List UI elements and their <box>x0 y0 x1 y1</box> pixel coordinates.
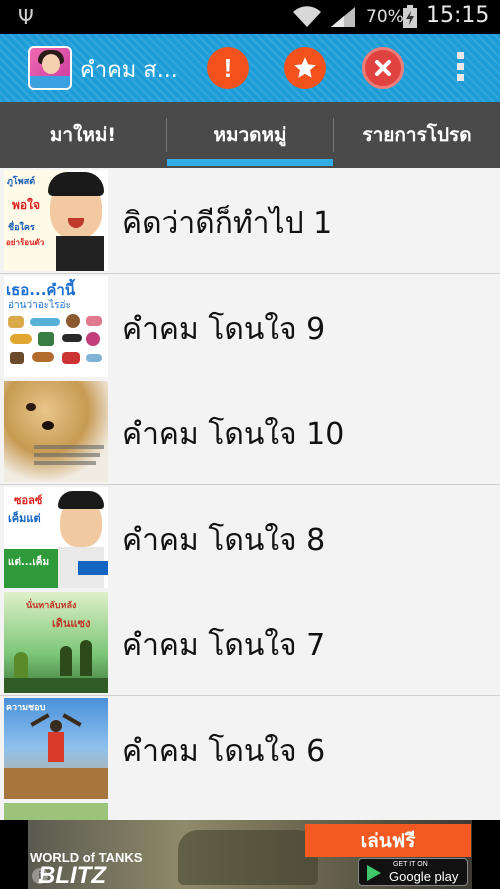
list-item-thumbnail: ซอลซ์ เค็มแต่ แต่...เค็ม <box>4 487 108 588</box>
thumb-caption: เค็มแต่ <box>8 512 41 525</box>
list-item-label: คำคม โดนใจ 7 <box>122 628 326 663</box>
tab-new[interactable]: มาใหม่! <box>0 102 166 168</box>
list-item[interactable]: ซอลซ์ เค็มแต่ แต่...เค็ม คำคม โดนใจ 8 <box>0 485 500 591</box>
thumb-caption: ซอลซ์ <box>14 494 43 507</box>
tank-image <box>178 830 318 885</box>
list-item-label: คำคม โดนใจ 8 <box>122 523 326 558</box>
action-bar: คำคม ส... ! <box>0 34 500 102</box>
list-item-thumbnail: เธอ...คำนี้ อ่านว่าอะไรอ่ะ <box>4 276 108 377</box>
battery-charging-icon <box>402 5 418 33</box>
wifi-icon <box>292 6 322 32</box>
thumb-caption: พอใจ <box>12 198 41 212</box>
app-icon[interactable] <box>28 46 72 90</box>
list-item-label: คำคม โดนใจ 6 <box>122 734 326 769</box>
overflow-menu-icon[interactable] <box>457 52 465 85</box>
list-item[interactable]: นั่นทาลับหลัง เดินแซง คำคม โดนใจ 7 <box>0 590 500 696</box>
list-item-label: คำคม โดนใจ 9 <box>122 312 326 347</box>
ad-brand-big: BLITZ <box>38 862 106 889</box>
thumb-caption: นั่นทาลับหลัง <box>26 601 77 611</box>
list-item-thumbnail: ภูโพสต์ พอใจ ชื่อใคร อย่าร้อนตัว <box>4 170 108 271</box>
list-item[interactable]: ความชอบ คำคม โดนใจ 6 <box>0 696 500 802</box>
store-small-text: GET IT ON <box>393 861 428 868</box>
star-icon <box>294 57 316 78</box>
list-item-thumbnail: นั่นทาลับหลัง เดินแซง <box>4 592 108 693</box>
list-item[interactable]: เธอ...คำนี้ อ่านว่าอะไรอ่ะ คำคม โดนใจ 9 <box>0 274 500 380</box>
thumb-caption: ความชอบ <box>6 703 46 713</box>
tab-favorites[interactable]: รายการโปรด <box>334 102 500 168</box>
ad-info-icon[interactable]: i <box>32 868 48 884</box>
list-item[interactable]: คำคม โดนใจ 10 <box>0 379 500 485</box>
battery-percent: 70% <box>366 7 404 27</box>
thumb-caption: ชื่อใคร <box>8 223 35 233</box>
store-big-text: Google play <box>389 869 459 884</box>
alert-button[interactable]: ! <box>207 47 249 89</box>
list-item[interactable] <box>0 801 500 820</box>
list-item-thumbnail <box>4 803 108 820</box>
alert-icon: ! <box>223 52 233 83</box>
thumb-caption: เดินแซง <box>52 617 91 630</box>
list-item-thumbnail <box>4 381 108 482</box>
list-item[interactable]: ภูโพสต์ พอใจ ชื่อใคร อย่าร้อนตัว คิดว่าด… <box>0 168 500 274</box>
status-bar: Ψ 70% 15:15 <box>0 0 500 34</box>
google-play-icon <box>367 865 381 881</box>
signal-icon <box>330 6 356 32</box>
list-item-label: คิดว่าดีก็ทำไป 1 <box>122 206 333 241</box>
ad-area: WORLD of TANKS BLITZ i เล่นฟรี GET IT ON… <box>0 820 500 889</box>
thumb-caption: ภูโพสต์ <box>7 177 36 187</box>
close-button[interactable] <box>362 47 404 89</box>
category-list: ภูโพสต์ พอใจ ชื่อใคร อย่าร้อนตัว คิดว่าด… <box>0 168 500 820</box>
ad-play-button[interactable]: เล่นฟรี <box>305 824 471 857</box>
ad-banner[interactable]: WORLD of TANKS BLITZ i เล่นฟรี GET IT ON… <box>28 820 472 889</box>
favorite-button[interactable] <box>284 47 326 89</box>
google-play-badge[interactable]: GET IT ON Google play <box>358 858 468 886</box>
thumb-caption: อย่าร้อนตัว <box>6 238 45 247</box>
list-item-thumbnail: ความชอบ <box>4 698 108 799</box>
thumb-caption: อ่านว่าอะไรอ่ะ <box>8 300 71 311</box>
close-icon <box>375 60 391 76</box>
clock: 15:15 <box>426 3 490 28</box>
list-item-label: คำคม โดนใจ 10 <box>122 417 345 452</box>
app-title: คำคม ส... <box>80 58 178 83</box>
tab-selected-indicator <box>167 159 333 166</box>
thumb-caption: แต่...เค็ม <box>8 557 50 568</box>
usb-icon: Ψ <box>18 5 34 29</box>
